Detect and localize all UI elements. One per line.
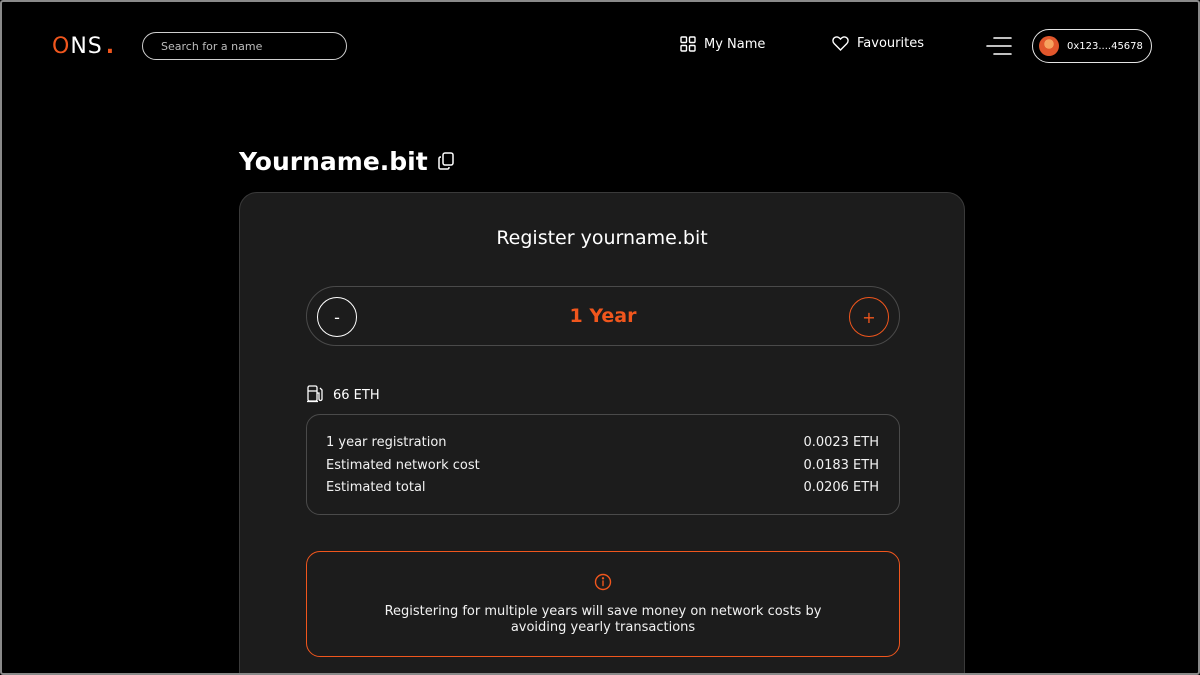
- wallet-button[interactable]: 0x123....45678: [1032, 29, 1152, 63]
- duration-value: 1 Year: [569, 305, 637, 327]
- logo-o: O: [52, 34, 71, 59]
- nav-favourites[interactable]: Favourites: [832, 36, 924, 51]
- info-text: Registering for multiple years will save…: [384, 604, 822, 635]
- gas-value: 66 ETH: [333, 388, 380, 403]
- nav-my-name-label: My Name: [704, 36, 766, 52]
- logo-dot: .: [105, 34, 116, 59]
- cost-row: Estimated total 0.0206 ETH: [326, 479, 879, 502]
- increase-year-button[interactable]: +: [849, 297, 889, 337]
- wallet-address: 0x123....45678: [1067, 40, 1143, 52]
- gas-price: 66 ETH: [306, 384, 380, 407]
- grid-icon: [680, 36, 696, 52]
- gas-pump-icon: [306, 384, 325, 407]
- cost-summary: 1 year registration 0.0023 ETH Estimated…: [306, 414, 900, 515]
- duration-stepper: - 1 Year +: [306, 286, 900, 346]
- cost-value: 0.0183 ETH: [803, 457, 879, 473]
- logo-ns: NS: [70, 34, 103, 59]
- app-window: ONS. My Name Favourites 0x1: [0, 0, 1200, 675]
- register-title: Register yourname.bit: [496, 227, 708, 249]
- page-title: Yourname.bit: [239, 147, 428, 176]
- info-icon: [594, 573, 612, 595]
- cost-row: Estimated network cost 0.0183 ETH: [326, 457, 879, 480]
- heart-icon: [832, 36, 849, 51]
- info-notice: Registering for multiple years will save…: [306, 551, 900, 657]
- page-title-row: Yourname.bit: [239, 147, 454, 176]
- cost-label: Estimated total: [326, 480, 426, 495]
- cost-row: 1 year registration 0.0023 ETH: [326, 434, 879, 457]
- ons-logo[interactable]: O NS.: [52, 34, 115, 59]
- search-input[interactable]: [142, 32, 347, 60]
- copy-icon[interactable]: [437, 147, 454, 176]
- cost-value: 0.0206 ETH: [803, 480, 879, 495]
- cost-label: Estimated network cost: [326, 457, 480, 473]
- nav-my-name[interactable]: My Name: [680, 36, 765, 52]
- avatar: [1039, 36, 1059, 56]
- register-card: Register yourname.bit - 1 Year + 66 ETH …: [239, 192, 965, 673]
- cost-value: 0.0023 ETH: [803, 435, 879, 450]
- cost-label: 1 year registration: [326, 435, 447, 450]
- nav-favourites-label: Favourites: [857, 36, 924, 51]
- hamburger-menu-icon[interactable]: [986, 36, 1012, 56]
